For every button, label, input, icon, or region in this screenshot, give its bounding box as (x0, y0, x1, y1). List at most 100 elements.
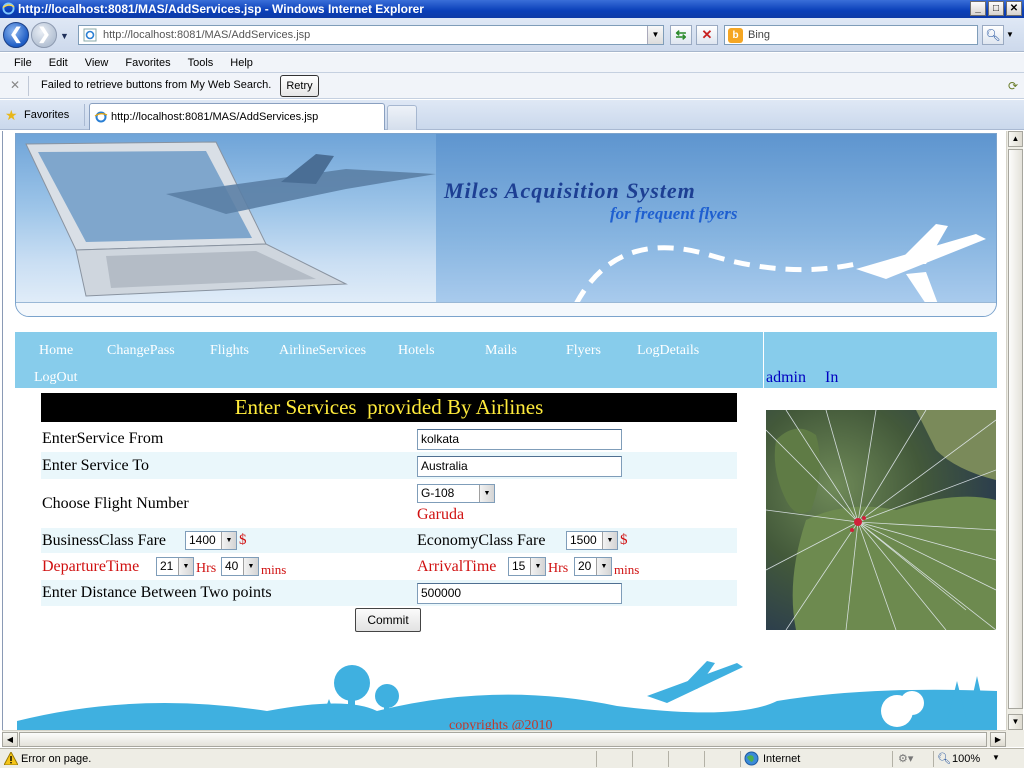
forward-button[interactable]: ❯ (31, 22, 57, 48)
tab-current-page[interactable]: http://localhost:8081/MAS/AddServices.js… (89, 103, 385, 130)
address-url: http://localhost:8081/MAS/AddServices.js… (103, 29, 311, 41)
scroll-up-icon[interactable]: ▲ (1008, 131, 1023, 147)
nav-flyers[interactable]: Flyers (566, 343, 601, 359)
nav-mails[interactable]: Mails (485, 343, 517, 359)
zoom-level[interactable]: 100% (952, 753, 980, 765)
service-from-input[interactable]: kolkata (417, 429, 622, 450)
nav-changepass[interactable]: ChangePass (107, 343, 175, 359)
scroll-left-icon[interactable]: ◀ (2, 732, 18, 747)
vertical-scroll-thumb[interactable] (1008, 149, 1023, 709)
menu-bar: File Edit View Favorites Tools Help (0, 53, 1024, 73)
protected-mode-icon[interactable]: ⚙▾ (898, 752, 913, 765)
zoom-dropdown-icon[interactable]: ▼ (992, 753, 1000, 762)
copyright-text: copyrights @2010 (449, 718, 553, 730)
laptop-illustration (25, 141, 436, 297)
flight-number-select[interactable]: G-108 ▼ (417, 484, 495, 503)
menu-view[interactable]: View (85, 53, 109, 73)
warning-icon[interactable] (4, 752, 18, 765)
menu-tools[interactable]: Tools (188, 53, 214, 73)
banner-subtitle: for frequent flyers (610, 204, 738, 223)
zoom-icon[interactable]: 🔍︎ (937, 752, 951, 765)
horizontal-scrollbar[interactable]: ◀ ▶ (2, 730, 1006, 747)
service-to-label: Enter Service To (42, 457, 149, 474)
business-fare-select[interactable]: 1400 ▼ (185, 531, 237, 550)
ie-logo-icon (2, 2, 15, 15)
chevron-down-icon: ▼ (479, 485, 494, 502)
new-tab-button[interactable] (387, 105, 417, 130)
horizontal-scroll-thumb[interactable] (19, 732, 987, 747)
arrival-minutes-select[interactable]: 20 ▼ (574, 557, 612, 576)
chevron-down-icon: ▼ (243, 558, 258, 575)
scrollbar-corner (1006, 730, 1024, 747)
commit-button[interactable]: Commit (355, 608, 421, 632)
chevron-down-icon: ▼ (530, 558, 545, 575)
stop-button[interactable]: ✕ (696, 25, 718, 45)
chevron-down-icon: ▼ (602, 532, 617, 549)
window-title: http://localhost:8081/MAS/AddServices.js… (18, 2, 424, 16)
chevron-down-icon: ▼ (596, 558, 611, 575)
separator (28, 76, 29, 96)
favorites-button[interactable]: Favorites (24, 109, 69, 121)
maximize-button[interactable]: □ (988, 1, 1004, 16)
vertical-scrollbar[interactable]: ▲ ▼ (1006, 131, 1023, 730)
arrival-minutes-value: 20 (578, 559, 592, 573)
refresh-button[interactable]: ⇆ (670, 25, 692, 45)
nav-logdetails[interactable]: LogDetails (637, 343, 699, 359)
favorites-star-icon[interactable]: ★ (5, 108, 18, 122)
status-text: Error on page. (21, 753, 92, 765)
nav-hotels[interactable]: Hotels (398, 343, 435, 359)
menu-favorites[interactable]: Favorites (125, 53, 170, 73)
form-row-fares: BusinessClass Fare 1400 ▼ $ EconomyClass… (41, 528, 737, 553)
departure-hours-value: 21 (160, 559, 174, 573)
separator (933, 751, 934, 767)
departure-minutes-select[interactable]: 40 ▼ (221, 557, 259, 576)
notification-message: Failed to retrieve buttons from My Web S… (41, 79, 272, 91)
tab-label: http://localhost:8081/MAS/AddServices.js… (111, 111, 319, 123)
distance-input[interactable]: 500000 (417, 583, 622, 604)
address-bar[interactable]: http://localhost:8081/MAS/AddServices.js… (78, 25, 664, 45)
economy-fare-select[interactable]: 1500 ▼ (566, 531, 618, 550)
search-input[interactable]: b Bing (724, 25, 978, 45)
bing-icon: b (728, 28, 743, 43)
menu-help[interactable]: Help (230, 53, 253, 73)
separator (596, 751, 597, 767)
banner-bottom-strip (16, 302, 996, 316)
departure-time-label: DepartureTime (42, 558, 140, 575)
route-map-image (766, 410, 996, 630)
retry-button[interactable]: Retry (280, 75, 319, 97)
site-banner: Miles Acquisition System for frequent fl… (15, 133, 997, 317)
flight-number-label: Choose Flight Number (42, 495, 189, 512)
nav-airlineservices[interactable]: AirlineServices (279, 343, 366, 359)
chevron-down-icon: ▼ (178, 558, 193, 575)
user-name: admin (766, 369, 806, 386)
economy-currency: $ (620, 532, 628, 548)
menu-edit[interactable]: Edit (49, 53, 68, 73)
security-zone-label: Internet (763, 753, 801, 765)
back-button[interactable]: ❮ (3, 22, 29, 48)
arrival-hours-value: 15 (512, 559, 526, 573)
scroll-right-icon[interactable]: ▶ (990, 732, 1006, 747)
arrival-hours-select[interactable]: 15 ▼ (508, 557, 546, 576)
banner-title: Miles Acquisition System (444, 178, 696, 203)
status-bar: Error on page. Internet ⚙▾ 🔍︎ 100% ▼ (0, 748, 1024, 768)
toolbar-expand-icon[interactable]: ⟳ (1008, 79, 1018, 93)
close-window-button[interactable]: ✕ (1006, 1, 1022, 16)
service-from-label: EnterService From (42, 430, 164, 447)
address-dropdown-icon[interactable]: ▼ (647, 26, 663, 44)
separator (892, 751, 893, 767)
nav-home[interactable]: Home (39, 343, 73, 359)
nav-flights[interactable]: Flights (210, 343, 249, 359)
arrival-time-label: ArrivalTime (417, 558, 497, 575)
departure-hours-select[interactable]: 21 ▼ (156, 557, 194, 576)
recent-pages-dropdown[interactable]: ▼ (60, 31, 69, 41)
internet-zone-icon (744, 751, 759, 766)
scroll-down-icon[interactable]: ▼ (1008, 714, 1023, 730)
search-options-dropdown[interactable]: ▼ (1006, 30, 1014, 39)
service-to-input[interactable]: Australia (417, 456, 622, 477)
menu-file[interactable]: File (14, 53, 32, 73)
close-notification-icon[interactable]: ✕ (10, 78, 20, 92)
search-icon[interactable]: 🔍︎ (982, 25, 1004, 45)
nav-logout[interactable]: LogOut (34, 370, 78, 386)
minimize-button[interactable]: _ (970, 1, 986, 16)
separator (704, 751, 705, 767)
